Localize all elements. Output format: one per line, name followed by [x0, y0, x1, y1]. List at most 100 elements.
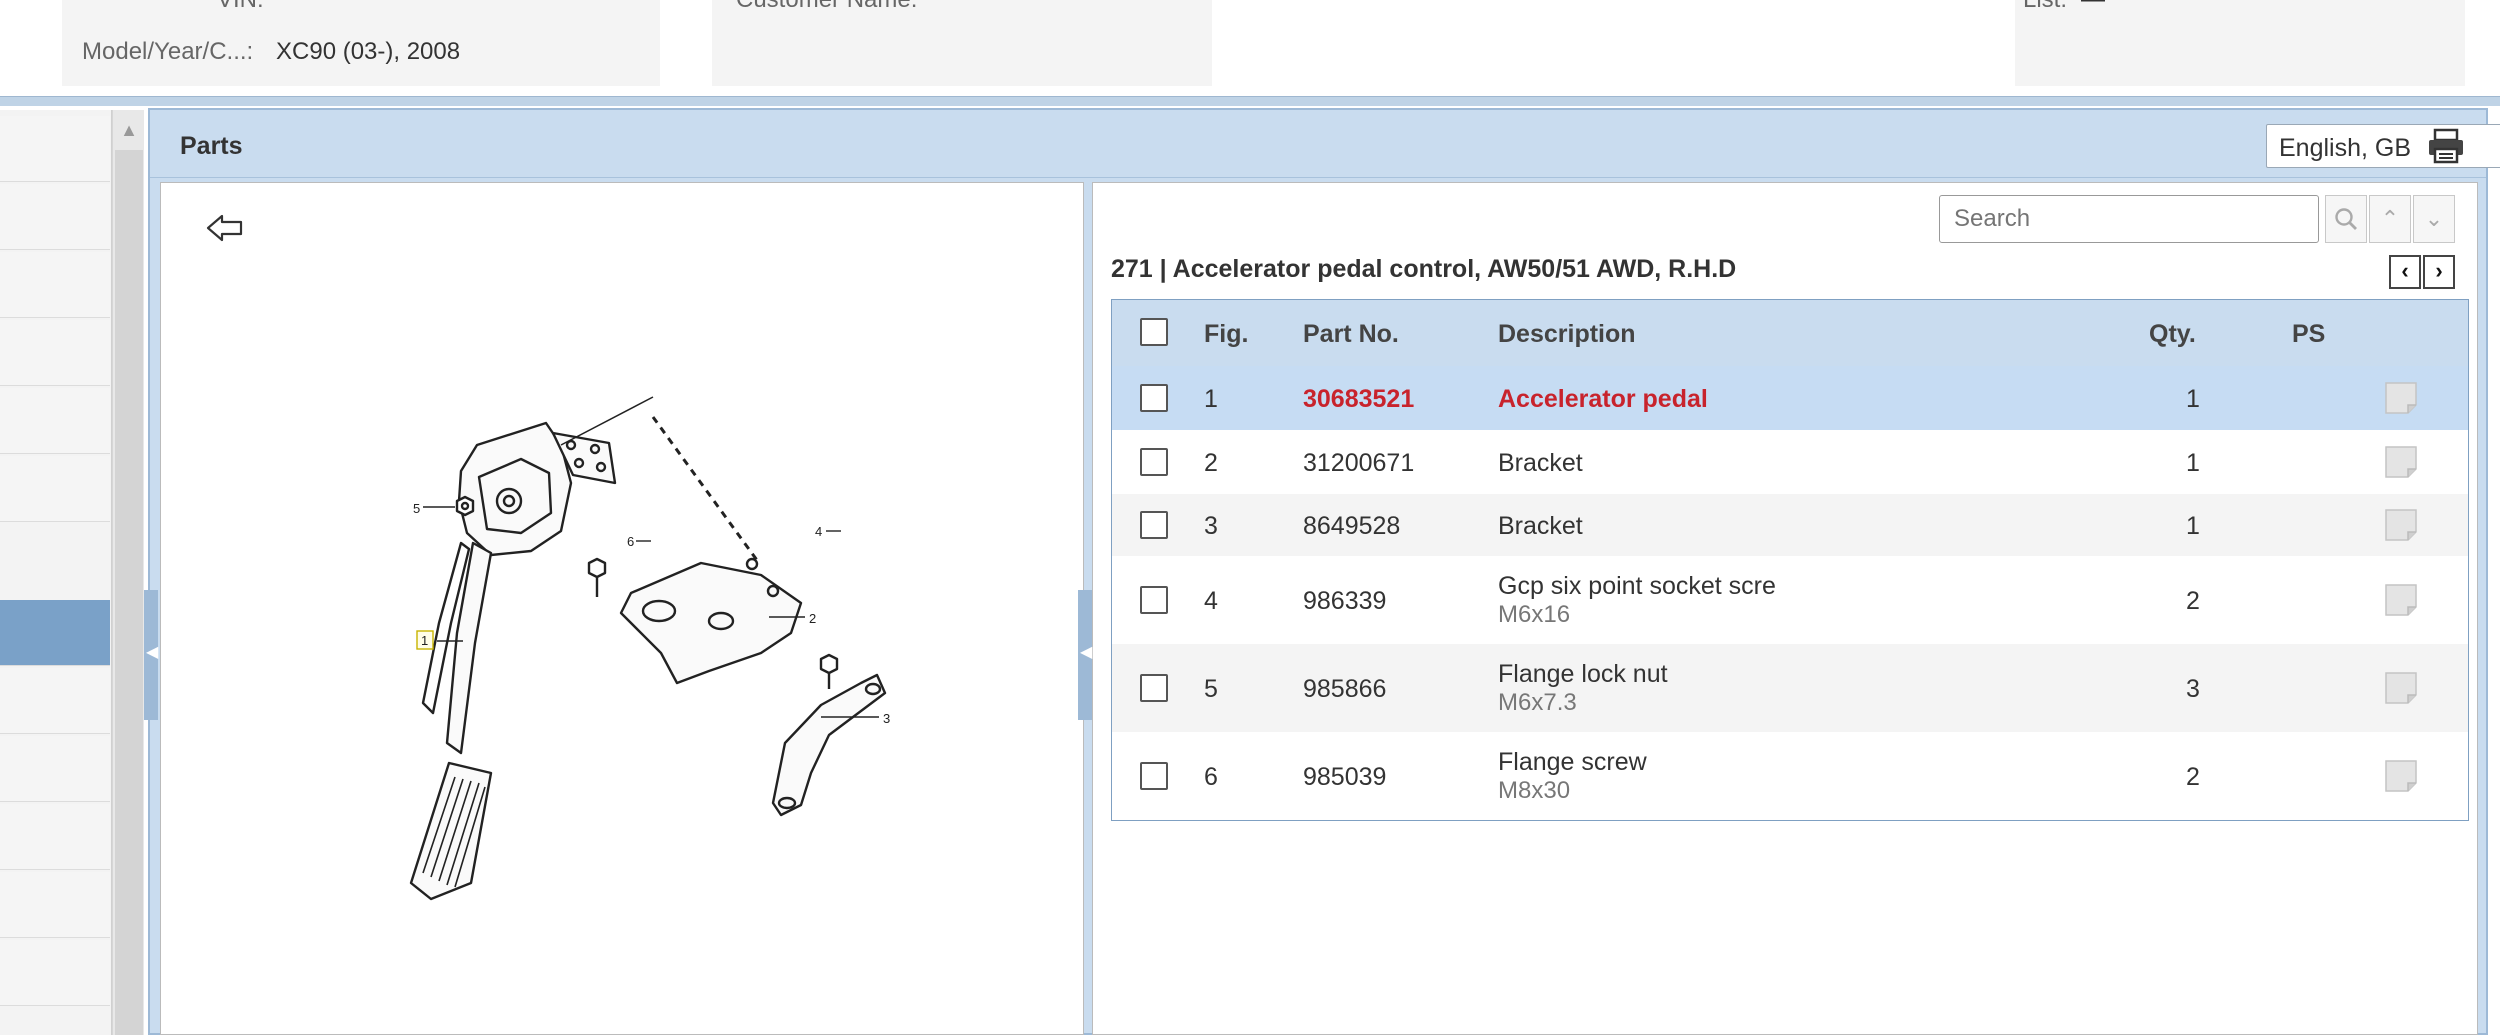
table-row[interactable]: 1 30683521 Accelerator pedal 1 [1112, 366, 2468, 430]
previous-group-button[interactable]: ‹ [2389, 255, 2421, 289]
column-header-qty[interactable]: Qty. [2149, 320, 2196, 349]
nav-item[interactable] [0, 184, 110, 250]
accelerator-pedal-diagram: 5 1 2 3 4 6 [409, 396, 890, 901]
parts-panel-header: Parts English, GB ⌄ [150, 110, 2500, 178]
search-previous-button[interactable]: ⌃ [2369, 195, 2411, 243]
svg-text:2: 2 [809, 611, 816, 626]
nav-item[interactable] [0, 736, 110, 802]
table-row[interactable]: 2 31200671 Bracket 1 [1112, 430, 2468, 494]
cell-part-no[interactable]: 31200671 [1303, 449, 1414, 478]
chevron-right-icon: › [2435, 258, 2443, 283]
cell-description-sub: M8x30 [1498, 777, 1571, 804]
search-input[interactable] [1939, 195, 2319, 243]
language-select-value: English, GB [2279, 134, 2412, 162]
nav-item[interactable] [0, 456, 110, 522]
cell-part-no[interactable]: 8649528 [1303, 512, 1400, 541]
chevron-down-icon: ⌄ [2424, 206, 2444, 231]
chevron-left-icon: ‹ [2401, 258, 2409, 283]
exploded-view-drawing: 5 1 2 3 4 6 [160, 182, 1084, 1035]
table-row[interactable]: 5 985866 Flange lock nut M6x7.3 3 [1112, 644, 2468, 732]
cell-fig: 4 [1204, 587, 1218, 615]
nav-item[interactable] [0, 388, 110, 454]
table-row[interactable]: 3 8649528 Bracket 1 [1112, 494, 2468, 556]
svg-text:3: 3 [883, 711, 890, 726]
header-divider [0, 96, 2500, 106]
cell-qty: 2 [2186, 763, 2200, 791]
print-button[interactable] [2426, 126, 2470, 166]
cell-part-no[interactable]: 985866 [1303, 675, 1386, 704]
parts-list-area: ⌃ ⌄ 271 | Accelerator pedal control, AW5… [1092, 182, 2478, 1035]
customer-name-label: Customer Name: [736, 0, 917, 14]
row-checkbox[interactable] [1140, 448, 1168, 476]
row-checkbox[interactable] [1140, 511, 1168, 539]
note-icon[interactable] [2384, 671, 2418, 705]
select-all-checkbox[interactable] [1140, 318, 1168, 346]
cell-description: Gcp six point socket scre [1498, 572, 1776, 600]
search-button[interactable] [2325, 195, 2367, 243]
row-checkbox[interactable] [1140, 762, 1168, 790]
note-icon[interactable] [2384, 583, 2418, 617]
customer-info-box: Customer Name: [712, 0, 1212, 86]
cell-description: Flange screw [1498, 748, 1647, 776]
search-icon [2335, 208, 2357, 230]
list-info-box: List: — [2015, 0, 2465, 86]
cell-qty: 1 [2186, 385, 2200, 413]
svg-text:6: 6 [627, 534, 634, 549]
parts-panel: Parts English, GB ⌄ [148, 108, 2500, 1035]
svg-text:1: 1 [421, 633, 428, 648]
cell-part-no[interactable]: 985039 [1303, 763, 1386, 792]
vehicle-info-box: VIN: Model/Year/C...: XC90 (03-), 2008 [62, 0, 660, 86]
cell-description-sub: M6x7.3 [1498, 689, 1577, 716]
note-icon[interactable] [2384, 759, 2418, 793]
cell-qty: 3 [2186, 675, 2200, 703]
left-navigation [0, 110, 112, 1035]
nav-item[interactable] [0, 940, 110, 1006]
table-header: Fig. Part No. Description Qty. PS [1112, 300, 2468, 366]
svg-text:5: 5 [413, 501, 420, 516]
column-header-description[interactable]: Description [1498, 320, 1636, 349]
table-row[interactable]: 6 985039 Flange screw M8x30 2 [1112, 732, 2468, 820]
column-header-ps[interactable]: PS [2292, 320, 2325, 349]
collapse-drawing-handle[interactable]: ◀ [1078, 590, 1092, 720]
cell-description: Bracket [1498, 512, 1583, 540]
cell-qty: 1 [2186, 512, 2200, 540]
nav-item-active[interactable] [0, 600, 110, 666]
column-header-part-no[interactable]: Part No. [1303, 320, 1399, 349]
model-value: XC90 (03-), 2008 [276, 38, 461, 65]
nav-item[interactable] [0, 668, 110, 734]
row-checkbox[interactable] [1140, 586, 1168, 614]
nav-scrollbar[interactable]: ▲ [112, 110, 144, 1035]
parts-table: Fig. Part No. Description Qty. PS 1 3068… [1111, 299, 2469, 821]
cell-qty: 1 [2186, 449, 2200, 477]
row-checkbox[interactable] [1140, 384, 1168, 412]
scroll-up-icon[interactable]: ▲ [117, 118, 141, 142]
next-group-button[interactable]: › [2423, 255, 2455, 289]
scroll-thumb[interactable] [115, 150, 143, 1035]
search-next-button[interactable]: ⌄ [2413, 195, 2455, 243]
note-icon[interactable] [2384, 381, 2418, 415]
nav-item[interactable] [0, 872, 110, 938]
svg-text:4: 4 [815, 524, 822, 539]
table-row[interactable]: 4 986339 Gcp six point socket scre M6x16… [1112, 556, 2468, 644]
nav-item[interactable] [0, 320, 110, 386]
cell-fig: 3 [1204, 512, 1218, 540]
list-label: List: [2023, 0, 2067, 14]
cell-description: Bracket [1498, 449, 1583, 477]
cell-description: Flange lock nut [1498, 660, 1668, 688]
vin-label: VIN: [217, 0, 264, 14]
cell-fig: 2 [1204, 449, 1218, 477]
column-header-fig[interactable]: Fig. [1204, 320, 1248, 349]
cell-description: Accelerator pedal [1498, 385, 1708, 413]
row-checkbox[interactable] [1140, 674, 1168, 702]
cell-fig: 5 [1204, 675, 1218, 703]
cell-part-no[interactable]: 986339 [1303, 587, 1386, 616]
cell-fig: 1 [1204, 385, 1218, 413]
note-icon[interactable] [2384, 508, 2418, 542]
nav-item[interactable] [0, 804, 110, 870]
cell-part-no[interactable]: 30683521 [1303, 385, 1414, 414]
nav-item[interactable] [0, 252, 110, 318]
parts-group-title: 271 | Accelerator pedal control, AW50/51… [1111, 255, 1737, 283]
collapse-nav-handle[interactable]: ◀ [144, 590, 158, 720]
note-icon[interactable] [2384, 445, 2418, 479]
nav-item[interactable] [0, 116, 110, 182]
